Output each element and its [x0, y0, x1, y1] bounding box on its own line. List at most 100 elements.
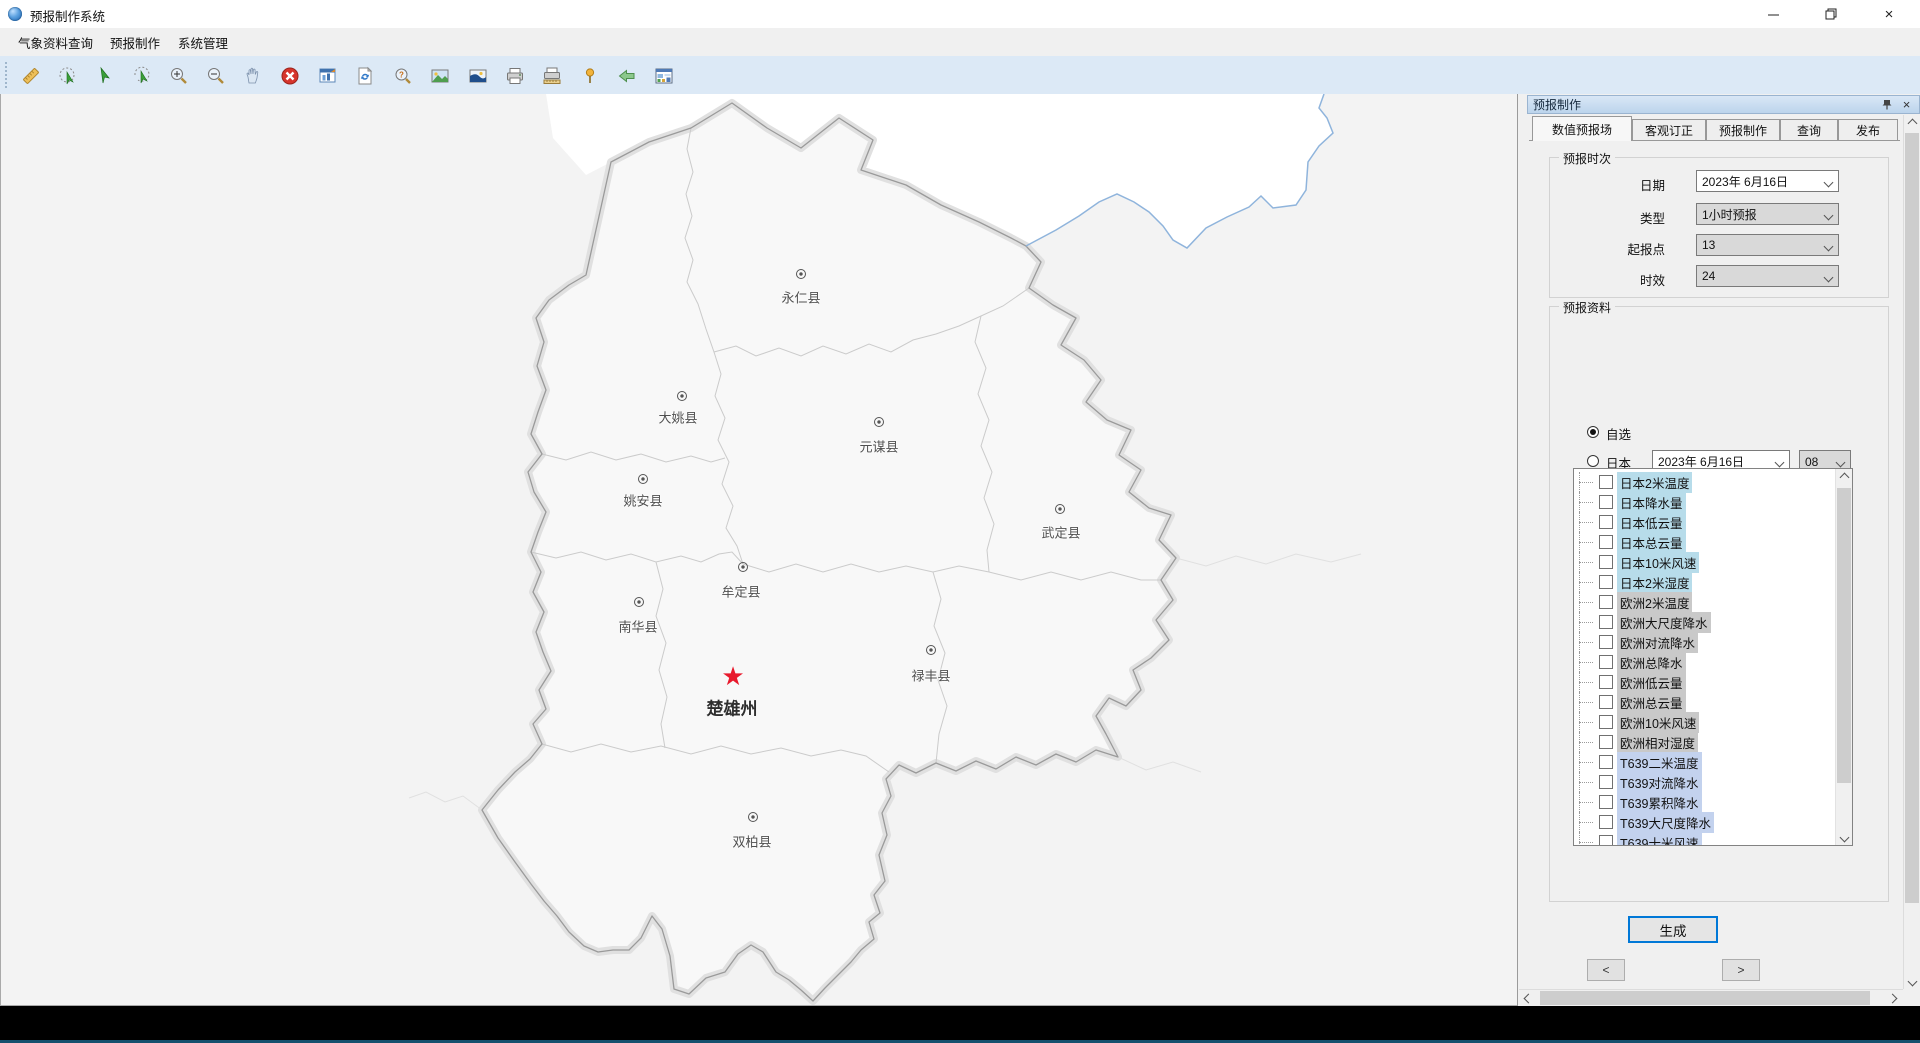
next-page-button[interactable]: >: [1722, 959, 1760, 981]
layout-map-icon[interactable]: [651, 63, 677, 89]
page-setup-icon[interactable]: [539, 63, 565, 89]
list-item[interactable]: 日本低云量: [1574, 512, 1686, 532]
county-label: 永仁县: [781, 288, 820, 307]
checkbox[interactable]: [1599, 635, 1613, 649]
list-item[interactable]: T639大尺度降水: [1574, 812, 1714, 832]
save-image-icon[interactable]: [465, 63, 491, 89]
list-item[interactable]: T639二米温度: [1574, 752, 1702, 772]
zoom-in-icon[interactable]: [166, 63, 192, 89]
panel-scroll-right[interactable]: [1884, 990, 1900, 1006]
list-item[interactable]: 日本降水量: [1574, 492, 1686, 512]
image-icon[interactable]: [427, 63, 453, 89]
checkbox[interactable]: [1599, 555, 1613, 569]
checkbox[interactable]: [1599, 655, 1613, 669]
list-item[interactable]: 欧洲低云量: [1574, 672, 1686, 692]
list-item[interactable]: 欧洲相对湿度: [1574, 732, 1698, 752]
toolbar-grip[interactable]: [5, 62, 7, 88]
county-seat-marker: [738, 562, 748, 572]
title-bar: 预报制作系统 ×: [0, 0, 1920, 29]
panel-vscroll-thumb[interactable]: [1905, 133, 1919, 903]
tab-query[interactable]: 查询: [1780, 119, 1838, 141]
generate-button[interactable]: 生成: [1628, 916, 1718, 943]
close-button[interactable]: ×: [1866, 0, 1912, 28]
checkbox[interactable]: [1599, 475, 1613, 489]
zoom-out-icon[interactable]: [203, 63, 229, 89]
minimize-button[interactable]: [1750, 0, 1796, 28]
list-item[interactable]: 欧洲总降水: [1574, 652, 1686, 672]
list-item[interactable]: 欧洲总云量: [1574, 692, 1686, 712]
list-item[interactable]: 日本10米风速: [1574, 552, 1699, 572]
map-canvas[interactable]: 永仁县 大姚县 元谋县 姚安县 武定县 牟定县 南华县 禄丰县 双柏县 ★ 楚雄…: [0, 94, 1517, 1006]
checkbox[interactable]: [1599, 795, 1613, 809]
county-seat-marker: [677, 391, 687, 401]
list-item[interactable]: 日本总云量: [1574, 532, 1686, 552]
date-select[interactable]: 2023年 6月16日: [1696, 170, 1839, 192]
checkbox[interactable]: [1599, 615, 1613, 629]
county-label: 南华县: [618, 617, 657, 636]
print-icon[interactable]: [502, 63, 528, 89]
list-item[interactable]: T639累积降水: [1574, 792, 1702, 812]
radio-custom[interactable]: [1587, 426, 1599, 438]
menu-weather-data-query[interactable]: 气象资料查询: [8, 28, 103, 56]
checkbox[interactable]: [1599, 575, 1613, 589]
checkbox[interactable]: [1599, 755, 1613, 769]
ruler-icon[interactable]: [18, 63, 44, 89]
pin-icon[interactable]: [1878, 97, 1895, 112]
pointer-arrow-icon[interactable]: [92, 63, 118, 89]
checkbox[interactable]: [1599, 675, 1613, 689]
checkbox[interactable]: [1599, 595, 1613, 609]
chevron-right-icon: [1887, 993, 1897, 1003]
panel-hscroll-thumb[interactable]: [1540, 991, 1870, 1005]
list-item[interactable]: 欧洲10米风速: [1574, 712, 1699, 732]
list-item[interactable]: T639十米风速: [1574, 832, 1702, 846]
panel-scroll-left[interactable]: [1520, 990, 1536, 1006]
tab-objective-correction[interactable]: 客观订正: [1632, 119, 1706, 141]
restore-button[interactable]: [1808, 0, 1854, 28]
stop-icon[interactable]: [277, 63, 303, 89]
checkbox[interactable]: [1599, 695, 1613, 709]
back-arrow-icon[interactable]: [614, 63, 640, 89]
select-circle-icon[interactable]: [55, 63, 81, 89]
checkbox[interactable]: [1599, 495, 1613, 509]
prev-page-button[interactable]: <: [1587, 959, 1625, 981]
duration-select[interactable]: 24: [1696, 265, 1839, 287]
list-item[interactable]: 欧洲对流降水: [1574, 632, 1698, 652]
toolbar: ?: [0, 56, 1920, 95]
rotate-select-icon[interactable]: [129, 63, 155, 89]
panel-close-icon[interactable]: ×: [1898, 97, 1915, 112]
list-item[interactable]: 日本2米湿度: [1574, 572, 1692, 592]
list-scroll-down[interactable]: [1836, 829, 1852, 845]
pin-marker-icon[interactable]: [577, 63, 603, 89]
menu-forecast-making[interactable]: 预报制作: [100, 28, 170, 56]
county-seat-marker: [634, 597, 644, 607]
list-item[interactable]: 欧洲大尺度降水: [1574, 612, 1711, 632]
checkbox[interactable]: [1599, 735, 1613, 749]
checkbox[interactable]: [1599, 535, 1613, 549]
chevron-down-icon: [1824, 242, 1834, 252]
checkbox[interactable]: [1599, 775, 1613, 789]
pan-hand-icon[interactable]: [240, 63, 266, 89]
checkbox[interactable]: [1599, 835, 1613, 846]
checkbox[interactable]: [1599, 515, 1613, 529]
list-scroll-up[interactable]: [1836, 469, 1852, 485]
county-label: 大姚县: [658, 408, 697, 427]
list-item[interactable]: 欧洲2米温度: [1574, 592, 1692, 612]
panel-scroll-up[interactable]: [1904, 115, 1920, 131]
list-item[interactable]: 日本2米温度: [1574, 472, 1692, 492]
radio-japan[interactable]: [1587, 455, 1599, 467]
tab-publish[interactable]: 发布: [1838, 119, 1898, 141]
start-hour-select[interactable]: 13: [1696, 234, 1839, 256]
refresh-doc-icon[interactable]: [352, 63, 378, 89]
tab-numeric-forecast-field[interactable]: 数值预报场: [1532, 116, 1632, 141]
county-label: 禄丰县: [911, 666, 950, 685]
list-scroll-thumb[interactable]: [1837, 488, 1851, 783]
tab-forecast-making[interactable]: 预报制作: [1706, 119, 1780, 141]
full-extent-icon[interactable]: [315, 63, 341, 89]
checkbox[interactable]: [1599, 715, 1613, 729]
identify-icon[interactable]: ?: [390, 63, 416, 89]
type-select[interactable]: 1小时预报: [1696, 203, 1839, 225]
list-item[interactable]: T639对流降水: [1574, 772, 1702, 792]
panel-scroll-down[interactable]: [1904, 973, 1920, 989]
menu-system-management[interactable]: 系统管理: [168, 28, 238, 56]
checkbox[interactable]: [1599, 815, 1613, 829]
